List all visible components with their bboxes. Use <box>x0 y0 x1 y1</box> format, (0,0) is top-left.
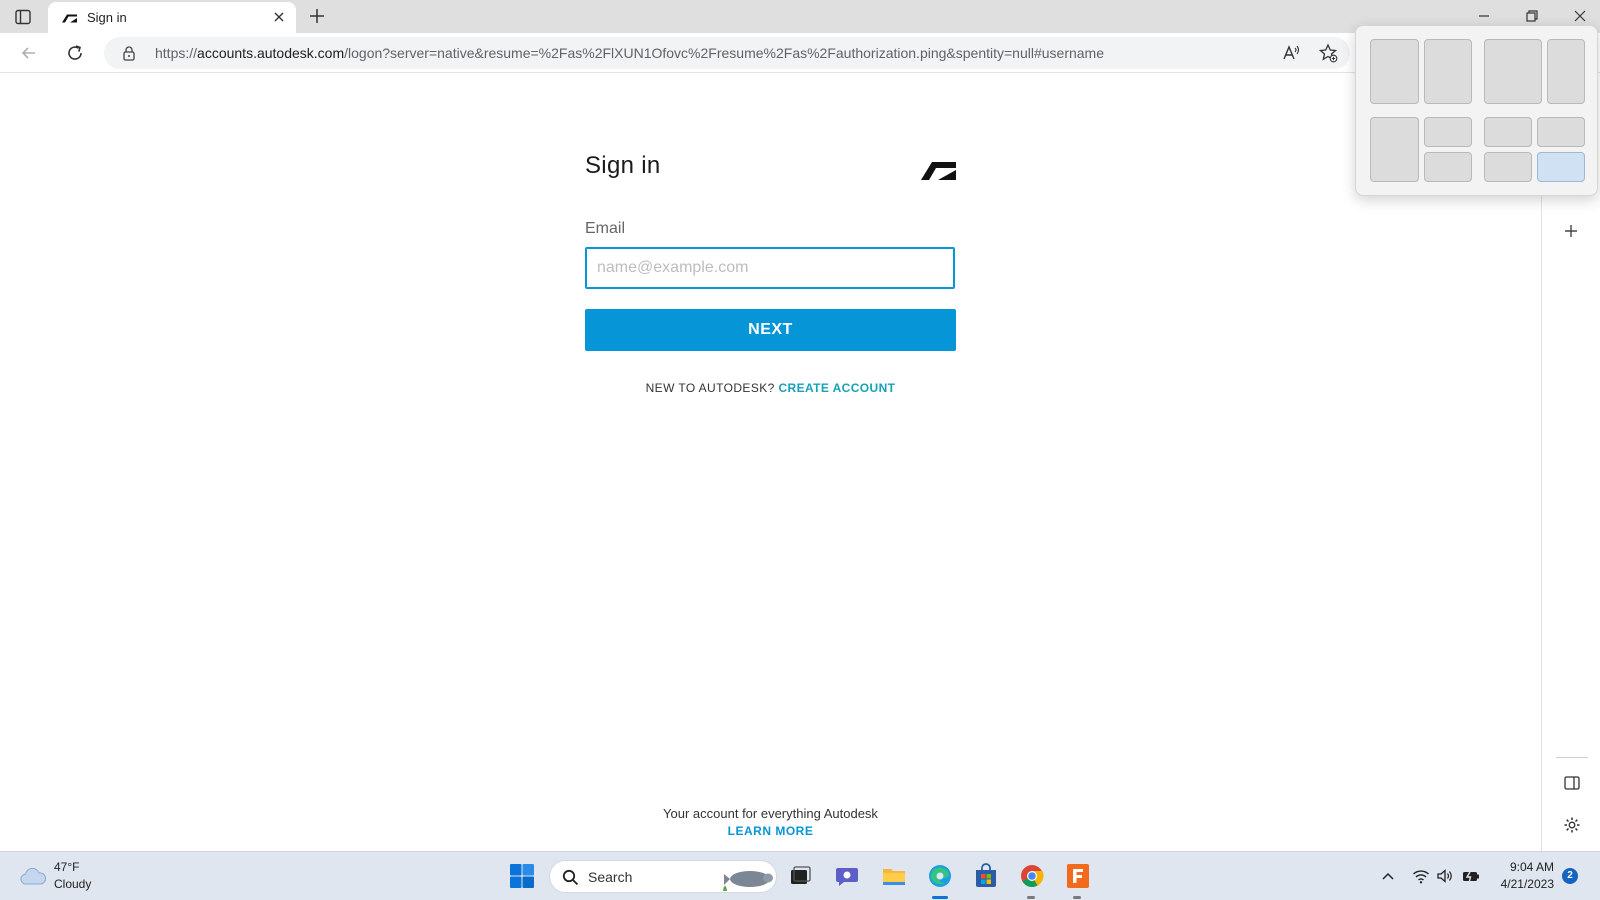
clock-date[interactable]: 4/21/2023 <box>1494 877 1554 891</box>
snap-layouts-flyout <box>1355 25 1598 196</box>
volume-icon[interactable] <box>1436 868 1454 884</box>
refresh-icon[interactable] <box>65 43 85 63</box>
weather-temperature[interactable]: 47°F <box>54 860 79 874</box>
tab-title: Sign in <box>87 10 127 25</box>
next-button[interactable]: NEXT <box>585 309 956 351</box>
url-path: /logon?server=native&resume=%2Fas%2FlXUN… <box>344 45 1105 61</box>
search-icon <box>562 869 579 886</box>
create-account-link[interactable]: CREATE ACCOUNT <box>778 381 895 395</box>
chrome-running-indicator <box>1027 896 1035 899</box>
tab-actions-icon[interactable] <box>14 8 32 26</box>
restore-icon[interactable] <box>1522 6 1542 26</box>
page-content: Sign in Email NEXT NEW TO AUTODESK? CREA… <box>0 74 1541 851</box>
read-aloud-icon[interactable] <box>1281 43 1301 63</box>
notification-count-badge[interactable]: 2 <box>1562 868 1578 884</box>
microsoft-store-icon[interactable] <box>973 863 999 889</box>
chrome-browser-icon[interactable] <box>1019 863 1045 889</box>
url-host: accounts.autodesk.com <box>197 45 345 61</box>
footer-tagline: Your account for everything Autodesk <box>663 806 878 821</box>
page-title: Sign in <box>585 152 661 179</box>
autodesk-logo-icon <box>62 14 77 23</box>
windows-start-icon[interactable] <box>509 863 535 889</box>
snap-zone-right-half[interactable] <box>1424 39 1472 104</box>
snap-zone-right-third[interactable] <box>1547 39 1585 104</box>
minimize-icon[interactable] <box>1474 6 1494 26</box>
fusion-running-indicator <box>1073 896 1081 899</box>
close-window-icon[interactable] <box>1570 6 1590 26</box>
close-tab-icon[interactable] <box>272 10 286 24</box>
snap-zone-left-half[interactable] <box>1370 39 1419 104</box>
new-tab-icon[interactable] <box>308 7 326 25</box>
create-account-row: NEW TO AUTODESK? CREATE ACCOUNT <box>585 381 956 395</box>
add-favorite-icon[interactable] <box>1318 43 1338 63</box>
url-prefix: https:// <box>155 45 198 61</box>
battery-charging-icon[interactable] <box>1462 868 1480 884</box>
active-tab[interactable]: Sign in <box>48 2 296 33</box>
address-bar[interactable]: https://accounts.autodesk.com/logon?serv… <box>104 37 1350 69</box>
clock-time[interactable]: 9:04 AM <box>1496 860 1554 874</box>
task-view-icon[interactable] <box>787 863 813 889</box>
snap-zone-quad-bottom-left[interactable] <box>1484 152 1532 182</box>
add-sidebar-app-icon[interactable] <box>1561 221 1581 241</box>
search-highlight-manatee-icon <box>723 871 773 891</box>
snap-zone-quad-top-left[interactable] <box>1484 117 1532 147</box>
file-explorer-icon[interactable] <box>881 863 907 889</box>
snap-zone-left-two-thirds[interactable] <box>1484 39 1542 104</box>
weather-condition[interactable]: Cloudy <box>54 877 91 891</box>
edge-browser-icon[interactable] <box>927 863 953 889</box>
lock-icon[interactable] <box>121 45 137 61</box>
taskbar-search[interactable]: Search <box>549 860 777 893</box>
side-panel-divider <box>1556 757 1588 758</box>
url-text[interactable]: https://accounts.autodesk.com/logon?serv… <box>155 45 1104 61</box>
edge-active-indicator <box>932 896 948 899</box>
snap-zone-top-right-quarter[interactable] <box>1424 117 1472 147</box>
autodesk-logo-icon <box>921 162 956 180</box>
new-to-autodesk-text: NEW TO AUTODESK? <box>645 381 775 395</box>
fusion-360-icon[interactable] <box>1065 863 1091 889</box>
settings-gear-icon[interactable] <box>1562 815 1582 835</box>
learn-more-link[interactable]: LEARN MORE <box>585 824 956 838</box>
back-arrow-icon[interactable] <box>19 43 39 63</box>
snap-zone-bottom-right-quarter[interactable] <box>1424 152 1472 182</box>
taskbar: 47°F Cloudy Search 9:04 AM 4/21/2023 2 <box>0 851 1600 900</box>
chat-icon[interactable] <box>834 863 860 889</box>
snap-zone-quad-top-right[interactable] <box>1537 117 1585 147</box>
email-label: Email <box>585 220 626 237</box>
split-screen-icon[interactable] <box>1562 773 1582 793</box>
snap-zone-left-half-b[interactable] <box>1370 117 1419 182</box>
search-label: Search <box>588 869 633 885</box>
email-field[interactable] <box>585 247 955 289</box>
snap-zone-quad-bottom-right[interactable] <box>1537 152 1585 182</box>
cloudy-weather-icon[interactable] <box>18 865 48 887</box>
show-hidden-icons-chevron-icon[interactable] <box>1379 868 1397 884</box>
wifi-icon[interactable] <box>1412 868 1430 884</box>
